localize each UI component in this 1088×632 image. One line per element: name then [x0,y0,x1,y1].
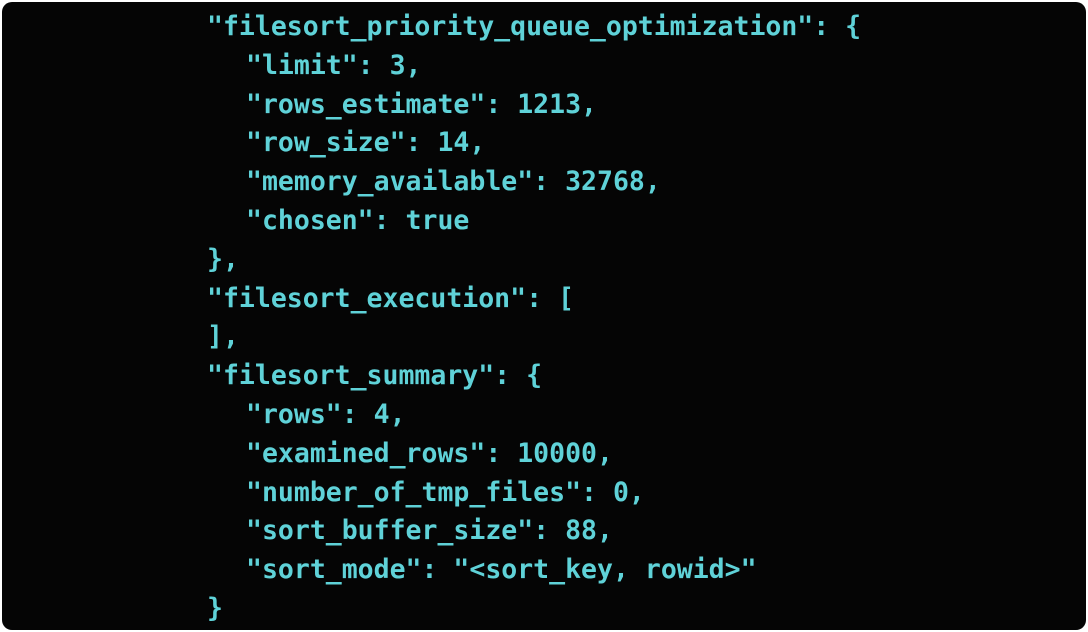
code-line: "row_size": 14, [246,127,486,159]
code-line: }, [207,243,239,275]
code-line: ], [207,321,239,353]
code-line: "rows_estimate": 1213, [246,88,597,120]
code-line: "sort_mode": "<sort_key, rowid>" [246,554,757,586]
code-line: "filesort_priority_queue_optimization": … [207,11,862,42]
code-line: } [207,592,223,624]
code-line: "filesort_execution": [ [207,282,574,314]
terminal-window: "filesort_priority_queue_optimization": … [2,2,1086,630]
code-line: "sort_buffer_size": 88, [246,515,613,547]
code-line: "number_of_tmp_files": 0, [246,476,645,508]
code-line: "limit": 3, [246,49,422,81]
code-line: "rows": 4, [246,398,406,430]
code-line: "filesort_summary": { [207,360,543,392]
code-line: "memory_available": 32768, [246,166,661,198]
code-line: "examined_rows": 10000, [246,437,613,469]
code-block: "filesort_priority_queue_optimization": … [2,8,861,629]
code-line: "chosen": true [246,204,470,236]
